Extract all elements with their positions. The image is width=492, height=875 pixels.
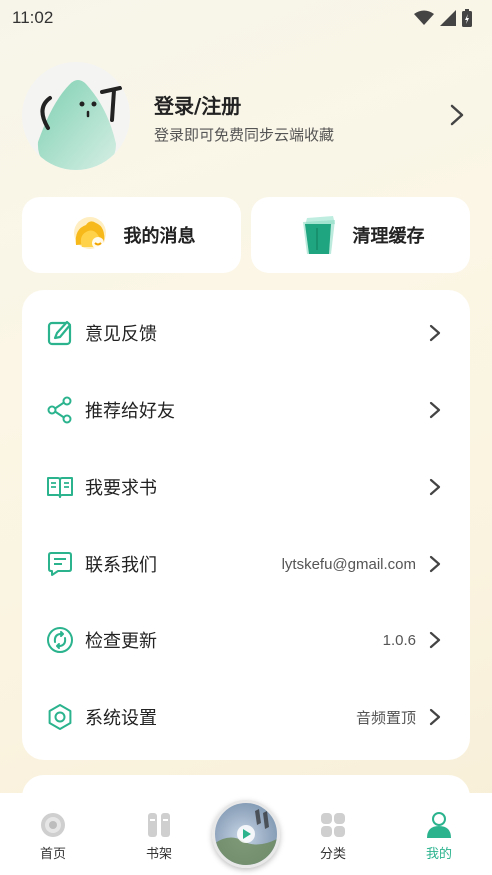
status-time: 11:02	[12, 8, 54, 27]
wifi-icon	[414, 10, 434, 25]
chevron-right-icon	[429, 324, 441, 342]
chevron-right-icon	[429, 631, 441, 649]
user-icon	[427, 812, 451, 838]
bell-icon	[73, 217, 106, 249]
menu-item-system-settings[interactable]: 系统设置 音频置顶	[22, 679, 470, 755]
clear-cache-button[interactable]: 清理缓存	[251, 197, 470, 273]
menu-item-request-book[interactable]: 我要求书	[22, 449, 470, 525]
menu-label: 我要求书	[85, 478, 157, 499]
tab-label: 分类	[319, 847, 346, 862]
settings-menu: 意见反馈 推荐给好友 我要求书 联系我们 lytskefu@gmail.com	[22, 290, 470, 760]
login-register-title[interactable]: 登录/注册	[154, 90, 241, 119]
share-icon	[47, 396, 72, 424]
category-icon	[321, 813, 345, 837]
menu-item-contact-us[interactable]: 联系我们 lytskefu@gmail.com	[22, 526, 470, 602]
battery-icon	[462, 9, 472, 27]
menu-label: 系统设置	[85, 708, 157, 729]
signal-icon	[440, 10, 456, 26]
book-icon	[47, 477, 73, 498]
disc-icon	[41, 813, 65, 837]
my-messages-button[interactable]: 我的消息	[22, 197, 241, 273]
menu-label: 推荐给好友	[85, 401, 175, 422]
now-playing-disc[interactable]	[212, 800, 280, 868]
menu-label: 联系我们	[85, 555, 157, 576]
status-icons	[414, 9, 472, 27]
status-bar: 11:02	[0, 0, 492, 36]
settings-value: 音频置顶	[355, 709, 416, 727]
chevron-right-icon	[429, 401, 441, 419]
menu-label: 意见反馈	[85, 324, 157, 345]
refresh-icon	[47, 627, 73, 653]
edit-icon	[47, 320, 72, 346]
menu-label: 检查更新	[85, 631, 157, 652]
tab-label: 我的	[425, 847, 452, 862]
avatar[interactable]	[22, 62, 130, 170]
app-version: 1.0.6	[382, 631, 416, 649]
tab-mine[interactable]: 我的	[399, 793, 479, 875]
menu-item-feedback[interactable]: 意见反馈	[22, 295, 470, 371]
login-subtitle: 登录即可免费同步云端收藏	[154, 126, 335, 144]
contact-email: lytskefu@gmail.com	[281, 555, 416, 573]
menu-item-recommend[interactable]: 推荐给好友	[22, 372, 470, 448]
clear-cache-label: 清理缓存	[352, 226, 425, 247]
tab-bookshelf[interactable]: 书架	[119, 793, 199, 875]
tab-label: 书架	[145, 847, 172, 862]
chevron-right-icon	[429, 478, 441, 496]
profile-header[interactable]: 登录/注册 登录即可免费同步云端收藏	[22, 62, 470, 172]
message-icon	[48, 552, 72, 576]
my-messages-label: 我的消息	[123, 226, 196, 247]
menu-item-check-update[interactable]: 检查更新 1.0.6	[22, 602, 470, 678]
tab-home[interactable]: 首页	[13, 793, 93, 875]
trash-icon	[302, 216, 335, 254]
settings-icon	[48, 704, 72, 730]
bookshelf-icon	[148, 813, 170, 837]
chevron-right-icon[interactable]	[450, 104, 464, 126]
tab-category[interactable]: 分类	[293, 793, 373, 875]
chevron-right-icon	[429, 555, 441, 573]
chevron-right-icon	[429, 708, 441, 726]
tab-label: 首页	[39, 847, 66, 862]
